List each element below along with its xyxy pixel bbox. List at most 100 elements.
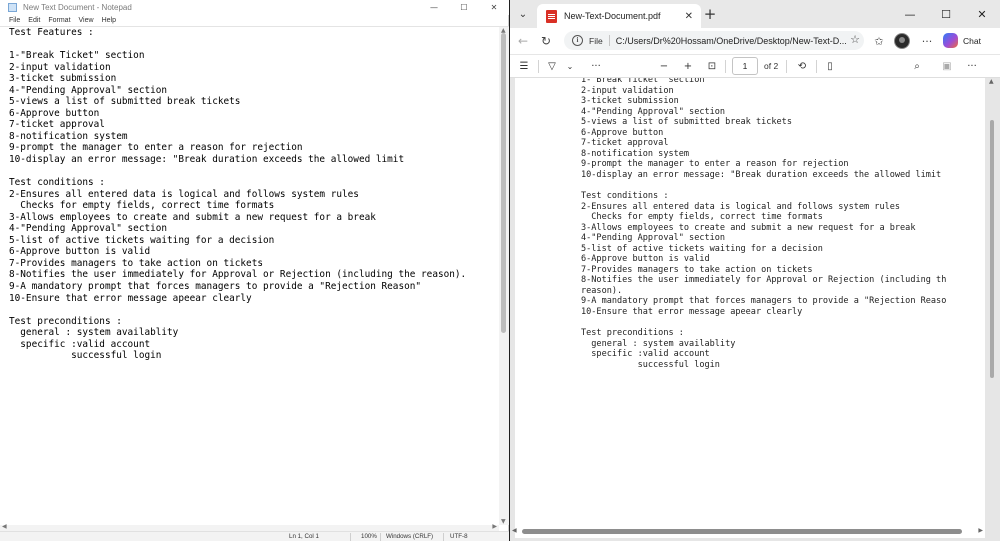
favorite-star-icon[interactable]: ☆	[850, 33, 860, 46]
contents-list-icon[interactable]: ☰	[516, 59, 532, 74]
pdf-text-line: 5-views a list of submitted break ticket…	[581, 117, 792, 128]
pdf-horizontal-scrollbar[interactable]: ◀ ▶	[510, 526, 985, 536]
notepad-text-line: 4-"Pending Approval" section	[9, 84, 168, 96]
pdf-text-line: 9-A mandatory prompt that forces manager…	[581, 296, 947, 307]
pdf-page: 1-"Break Ticket" section 2-input validati…	[515, 78, 985, 538]
notepad-text-line: 8-Notifies the user immediately for Appr…	[9, 269, 467, 281]
chat-label[interactable]: Chat	[963, 36, 981, 46]
pdf-text-line: successful login	[581, 359, 720, 370]
pdf-text-line: 2-input validation	[581, 85, 674, 96]
pdf-text-line: specific :valid account	[581, 349, 710, 360]
notepad-text-line: 5-views a list of submitted break ticket…	[9, 96, 241, 108]
scroll-right-arrow-icon[interactable]: ▶	[492, 523, 497, 530]
menu-edit[interactable]: Edit	[28, 17, 40, 24]
tab-actions-chevron-icon[interactable]: ⌄	[514, 6, 532, 22]
browser-minimize-icon[interactable]: —	[892, 0, 928, 28]
notepad-text-line: Test Features :	[9, 27, 94, 38]
scroll-down-arrow-icon[interactable]: ▼	[501, 518, 506, 525]
pdf-vertical-scrollbar[interactable]: ▲	[987, 78, 997, 528]
notepad-text-line: 2-input validation	[9, 61, 111, 73]
fit-to-page-icon[interactable]: ⊡	[704, 59, 720, 74]
notepad-text-line: 10-display an error message: "Break dura…	[9, 154, 405, 166]
pdf-text-line: 3-ticket submission	[581, 96, 679, 107]
page-view-icon[interactable]: ▯	[822, 59, 838, 74]
pdf-viewport[interactable]: 1-"Break Ticket" section 2-input validati…	[510, 78, 1000, 541]
zoom-out-icon[interactable]: −	[656, 59, 672, 74]
pdf-text-line: 6-Approve button	[581, 127, 664, 138]
pdf-scroll-left-arrow-icon[interactable]: ◀	[512, 527, 517, 534]
new-tab-plus-icon[interactable]: +	[700, 5, 720, 23]
notepad-text-line: 8-notification system	[9, 130, 128, 142]
menu-file[interactable]: File	[9, 17, 20, 24]
notepad-text-line: 6-Approve button is valid	[9, 246, 151, 258]
more-options-icon[interactable]: ···	[918, 33, 936, 49]
notepad-text-line	[9, 166, 497, 178]
zoom-in-icon[interactable]: +	[680, 59, 696, 74]
back-arrow-icon[interactable]: ←	[514, 33, 532, 49]
notepad-title-bar: New Text Document - Notepad — ☐ ✕	[0, 0, 509, 15]
notepad-text-line: 1-"Break Ticket" section	[9, 50, 145, 62]
pdf-search-icon[interactable]: ⌕	[909, 59, 925, 74]
tab-bar: ⌄ New-Text-Document.pdf ✕ + — ☐ ✕	[510, 0, 1000, 28]
pdf-settings-more-icon[interactable]: ···	[964, 59, 980, 74]
pdf-text-line: 10-Ensure that error message apeear clea…	[581, 307, 803, 318]
scroll-left-arrow-icon[interactable]: ◀	[2, 523, 7, 530]
notepad-text-line: Checks for empty fields, correct time fo…	[9, 200, 275, 212]
pdf-text-line: 4-"Pending Approval" section	[581, 233, 726, 244]
pdf-text-line: 9-prompt the manager to enter a reason f…	[581, 159, 849, 170]
address-scheme-label: File	[589, 35, 603, 46]
site-info-icon[interactable]: i	[572, 35, 583, 46]
pdf-vertical-scroll-thumb[interactable]	[990, 120, 994, 378]
highlight-options-chevron-icon[interactable]: ⌄	[562, 59, 578, 74]
pdf-text-line	[581, 180, 981, 191]
pdf-scroll-right-arrow-icon[interactable]: ▶	[978, 527, 983, 534]
menu-format[interactable]: Format	[48, 17, 70, 24]
notepad-menu-bar: File Edit Format View Help	[0, 15, 509, 27]
pdf-text-line: 5-list of active tickets waiting for a d…	[581, 243, 823, 254]
pdf-text-line: reason).	[581, 285, 623, 296]
favorites-icon[interactable]: ✩	[870, 33, 888, 49]
copilot-icon[interactable]	[943, 33, 958, 48]
maximize-icon[interactable]: ☐	[449, 0, 479, 15]
browser-close-icon[interactable]: ✕	[964, 0, 1000, 28]
pdf-toolbar: ☰ ▽ ⌄ ··· − + ⊡ 1 of 2 ⟲ ▯ ⌕ ▣ ···	[510, 54, 1000, 78]
browser-maximize-icon[interactable]: ☐	[928, 0, 964, 28]
notepad-vertical-scrollbar[interactable]: ▲ ▼	[499, 27, 509, 525]
page-total: of 2	[764, 61, 779, 71]
menu-help[interactable]: Help	[102, 17, 116, 24]
pdf-text-line: 4-"Pending Approval" section	[581, 106, 726, 117]
notepad-text-line	[9, 304, 497, 316]
notepad-text-area[interactable]: Test Features : 1-"Break Ticket" section 2…	[9, 27, 497, 525]
status-cursor-position: Ln 1, Col 1	[289, 533, 319, 540]
pdf-text-line: 7-ticket approval	[581, 138, 669, 149]
profile-avatar[interactable]	[894, 33, 910, 49]
highlight-icon[interactable]: ▽	[544, 59, 560, 74]
notepad-app-icon	[8, 3, 17, 12]
rotate-icon[interactable]: ⟲	[794, 59, 810, 74]
pdf-scroll-up-arrow-icon[interactable]: ▲	[989, 78, 994, 85]
pdf-text-line: 10-display an error message: "Break dura…	[581, 169, 942, 180]
minimize-icon[interactable]: —	[419, 0, 449, 15]
page-number-input[interactable]: 1	[732, 57, 758, 75]
pdf-text-line: 1-"Break Ticket" section	[581, 78, 705, 85]
pdf-text-line: Test preconditions :	[581, 328, 684, 339]
tab-close-icon[interactable]: ✕	[685, 11, 693, 22]
close-icon[interactable]: ✕	[479, 0, 509, 15]
pdf-file-icon	[546, 9, 557, 23]
pdf-more-tools-icon[interactable]: ···	[588, 59, 604, 74]
refresh-icon[interactable]: ↻	[537, 33, 555, 49]
pdf-text-line: 2-Ensures all entered data is logical an…	[581, 201, 901, 212]
pdf-horizontal-scroll-thumb[interactable]	[522, 529, 962, 534]
address-toolbar: ← ↻ i File C:/Users/Dr%20Hossam/OneDrive…	[510, 28, 1000, 54]
notepad-text-line: successful login	[9, 350, 162, 362]
notepad-text-line: 7-Provides managers to take action on ti…	[9, 257, 263, 269]
notepad-text-line: Test conditions :	[9, 177, 105, 189]
tab-pdf-document[interactable]: New-Text-Document.pdf ✕	[537, 4, 701, 28]
pdf-text-line: 6-Approve button is valid	[581, 254, 710, 265]
notepad-text-line: 3-Allows employees to create and submit …	[9, 211, 376, 223]
address-bar[interactable]: i File C:/Users/Dr%20Hossam/OneDrive/Des…	[564, 31, 864, 50]
notepad-scroll-thumb[interactable]	[501, 33, 506, 333]
menu-view[interactable]: View	[79, 17, 94, 24]
address-url[interactable]: C:/Users/Dr%20Hossam/OneDrive/Desktop/Ne…	[616, 36, 854, 46]
save-icon[interactable]: ▣	[939, 59, 955, 74]
